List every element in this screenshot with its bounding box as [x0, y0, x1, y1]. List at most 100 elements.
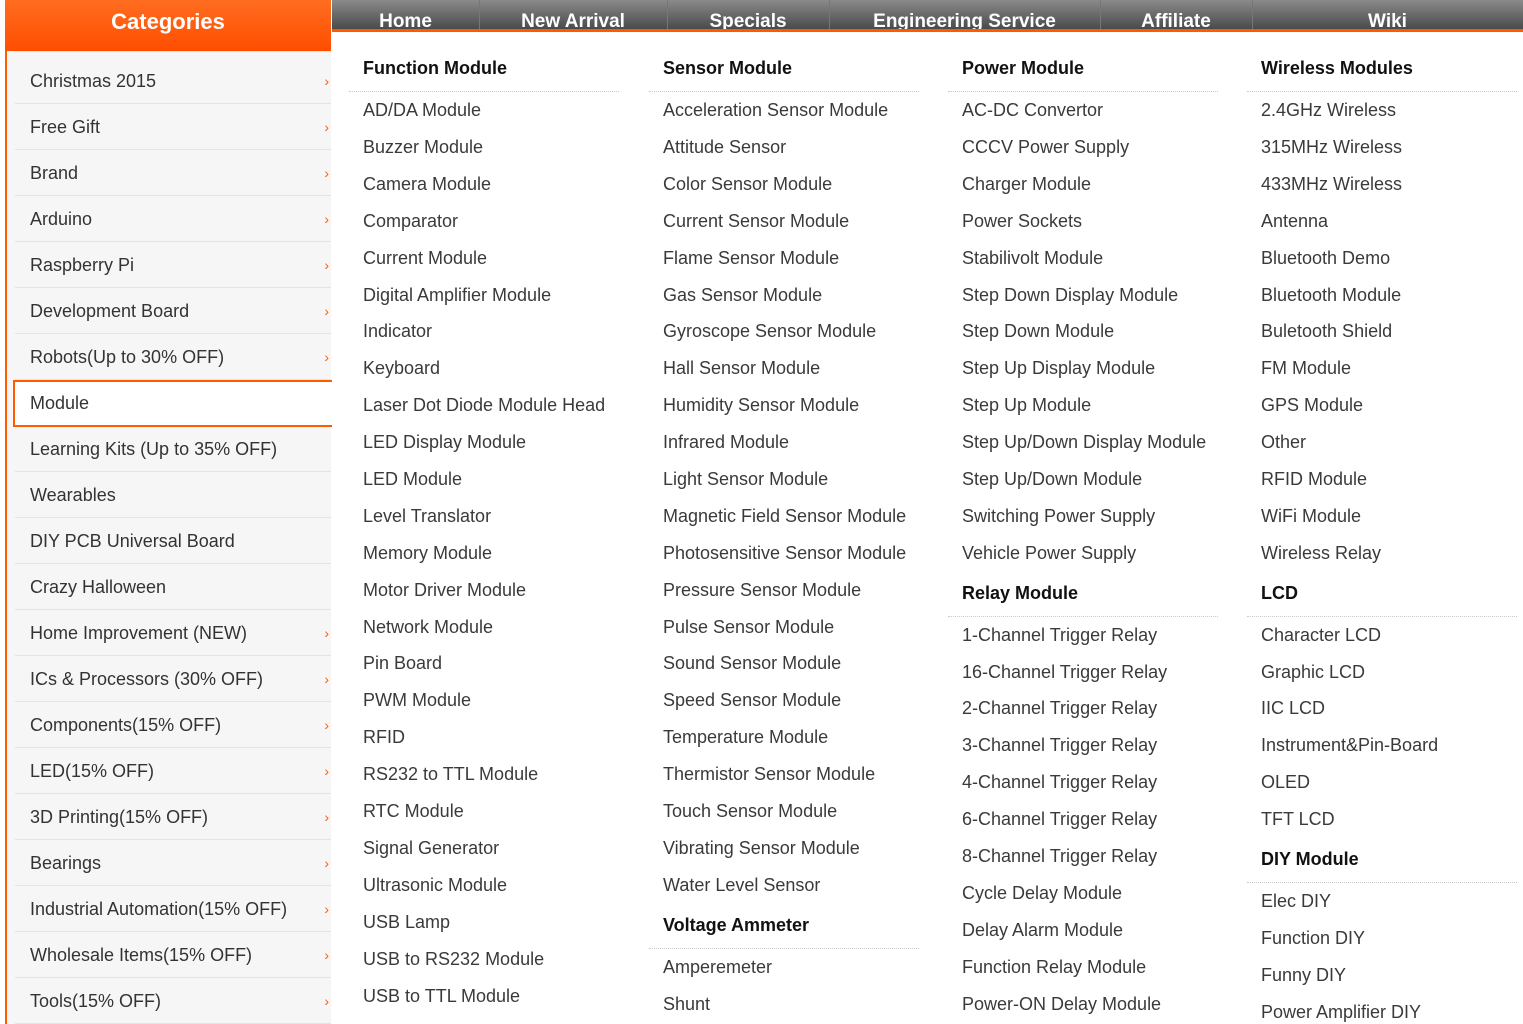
menu-link[interactable]: Magnetic Field Sensor Module: [663, 504, 906, 528]
menu-link[interactable]: 1-Channel Trigger Relay: [962, 623, 1157, 647]
menu-link[interactable]: Touch Sensor Module: [663, 799, 837, 823]
menu-link[interactable]: Funny DIY: [1261, 963, 1346, 987]
menu-link[interactable]: Instrument&Pin-Board: [1261, 733, 1438, 757]
nav-tab-affiliate[interactable]: Affiliate: [1100, 0, 1253, 29]
menu-link[interactable]: Pulse Sensor Module: [663, 615, 834, 639]
menu-link[interactable]: Step Down Display Module: [962, 283, 1178, 307]
sidebar-item-wearables[interactable]: Wearables: [15, 473, 331, 518]
sidebar-item-development-board[interactable]: Development Board ›: [15, 289, 331, 334]
menu-link[interactable]: Motor Driver Module: [363, 578, 526, 602]
sidebar-item-diy-pcb-universal-board[interactable]: DIY PCB Universal Board: [15, 519, 331, 564]
menu-link[interactable]: Network Module: [363, 615, 493, 639]
menu-link[interactable]: Water Level Sensor: [663, 873, 820, 897]
menu-link[interactable]: Bluetooth Demo: [1261, 246, 1390, 270]
menu-link[interactable]: Humidity Sensor Module: [663, 393, 859, 417]
nav-tab-wiki[interactable]: Wiki: [1252, 0, 1523, 29]
menu-link[interactable]: IIC LCD: [1261, 696, 1325, 720]
menu-link[interactable]: Other: [1261, 430, 1306, 454]
menu-link[interactable]: LED Module: [363, 467, 462, 491]
menu-heading-wireless-modules[interactable]: Wireless Modules: [1261, 56, 1413, 80]
menu-link[interactable]: RFID Module: [1261, 467, 1367, 491]
menu-heading-diy-module[interactable]: DIY Module: [1261, 847, 1359, 871]
menu-link[interactable]: Sound Sensor Module: [663, 651, 841, 675]
menu-link[interactable]: AC-DC Convertor: [962, 98, 1103, 122]
sidebar-item-learning-kits-up-to-35-off[interactable]: Learning Kits (Up to 35% OFF): [15, 427, 331, 472]
nav-tab-engineering-service[interactable]: Engineering Service: [829, 0, 1101, 29]
menu-link[interactable]: AD/DA Module: [363, 98, 481, 122]
menu-link[interactable]: GPS Module: [1261, 393, 1363, 417]
menu-link[interactable]: Temperature Module: [663, 725, 828, 749]
nav-tab-home[interactable]: Home: [332, 0, 480, 29]
menu-link[interactable]: LED Display Module: [363, 430, 526, 454]
menu-link[interactable]: Camera Module: [363, 172, 491, 196]
menu-link[interactable]: Memory Module: [363, 541, 492, 565]
menu-link[interactable]: Graphic LCD: [1261, 660, 1365, 684]
menu-link[interactable]: Keyboard: [363, 356, 440, 380]
menu-link[interactable]: Pin Board: [363, 651, 442, 675]
menu-link[interactable]: 315MHz Wireless: [1261, 135, 1402, 159]
menu-link[interactable]: Step Up Display Module: [962, 356, 1155, 380]
menu-heading-function-module[interactable]: Function Module: [363, 56, 507, 80]
menu-link[interactable]: Step Up/Down Module: [962, 467, 1142, 491]
nav-tab-new-arrival[interactable]: New Arrival: [479, 0, 668, 29]
menu-link[interactable]: Flame Sensor Module: [663, 246, 839, 270]
sidebar-item-crazy-halloween[interactable]: Crazy Halloween: [15, 565, 331, 610]
sidebar-item-industrial-automation-15-off[interactable]: Industrial Automation(15% OFF) ›: [15, 887, 331, 932]
sidebar-item-free-gift[interactable]: Free Gift ›: [15, 105, 331, 150]
menu-link[interactable]: Thermistor Sensor Module: [663, 762, 875, 786]
menu-link[interactable]: FM Module: [1261, 356, 1351, 380]
menu-link[interactable]: Character LCD: [1261, 623, 1381, 647]
menu-heading-voltage-ammeter[interactable]: Voltage Ammeter: [663, 913, 809, 937]
sidebar-item-ics-processors-30-off[interactable]: ICs & Processors (30% OFF) ›: [15, 657, 331, 702]
sidebar-item-3d-printing-15-off[interactable]: 3D Printing(15% OFF) ›: [15, 795, 331, 840]
sidebar-item-bearings[interactable]: Bearings ›: [15, 841, 331, 886]
menu-link[interactable]: RS232 to TTL Module: [363, 762, 538, 786]
menu-link[interactable]: RTC Module: [363, 799, 464, 823]
menu-link[interactable]: Amperemeter: [663, 955, 772, 979]
menu-link[interactable]: Signal Generator: [363, 836, 499, 860]
sidebar-item-led-15-off[interactable]: LED(15% OFF) ›: [15, 749, 331, 794]
menu-link[interactable]: Infrared Module: [663, 430, 789, 454]
nav-tab-specials[interactable]: Specials: [667, 0, 830, 29]
menu-link[interactable]: Current Module: [363, 246, 487, 270]
menu-link[interactable]: OLED: [1261, 770, 1310, 794]
menu-heading-lcd[interactable]: LCD: [1261, 581, 1298, 605]
menu-link[interactable]: Photosensitive Sensor Module: [663, 541, 906, 565]
menu-link[interactable]: Level Translator: [363, 504, 491, 528]
menu-link[interactable]: 2.4GHz Wireless: [1261, 98, 1396, 122]
menu-link[interactable]: Comparator: [363, 209, 458, 233]
menu-link[interactable]: WiFi Module: [1261, 504, 1361, 528]
menu-link[interactable]: USB to TTL Module: [363, 984, 520, 1008]
menu-link[interactable]: Digital Amplifier Module: [363, 283, 551, 307]
sidebar-item-module[interactable]: Module: [13, 380, 333, 427]
menu-link[interactable]: Gas Sensor Module: [663, 283, 822, 307]
menu-link[interactable]: RFID: [363, 725, 405, 749]
menu-link[interactable]: Elec DIY: [1261, 889, 1331, 913]
menu-link[interactable]: 4-Channel Trigger Relay: [962, 770, 1157, 794]
menu-link[interactable]: USB Lamp: [363, 910, 450, 934]
sidebar-item-wholesale-items-15-off[interactable]: Wholesale Items(15% OFF) ›: [15, 933, 331, 978]
menu-link[interactable]: Bluetooth Module: [1261, 283, 1401, 307]
sidebar-item-christmas-2015[interactable]: Christmas 2015 ›: [15, 59, 331, 104]
sidebar-item-robots-up-to-30-off[interactable]: Robots(Up to 30% OFF) ›: [15, 335, 331, 380]
menu-link[interactable]: Vehicle Power Supply: [962, 541, 1136, 565]
menu-link[interactable]: Shunt: [663, 992, 710, 1016]
menu-link[interactable]: Cycle Delay Module: [962, 881, 1122, 905]
menu-link[interactable]: Step Down Module: [962, 319, 1114, 343]
menu-link[interactable]: Pressure Sensor Module: [663, 578, 861, 602]
menu-link[interactable]: 3-Channel Trigger Relay: [962, 733, 1157, 757]
sidebar-item-raspberry-pi[interactable]: Raspberry Pi ›: [15, 243, 331, 288]
menu-link[interactable]: Delay Alarm Module: [962, 918, 1123, 942]
menu-link[interactable]: Switching Power Supply: [962, 504, 1155, 528]
menu-link[interactable]: Ultrasonic Module: [363, 873, 507, 897]
menu-link[interactable]: Power-ON Delay Module: [962, 992, 1161, 1016]
menu-link[interactable]: Step Up Module: [962, 393, 1091, 417]
menu-link[interactable]: 16-Channel Trigger Relay: [962, 660, 1167, 684]
menu-link[interactable]: Hall Sensor Module: [663, 356, 820, 380]
menu-link[interactable]: Power Amplifier DIY: [1261, 1000, 1421, 1024]
menu-link[interactable]: USB to RS232 Module: [363, 947, 544, 971]
menu-link[interactable]: Function Relay Module: [962, 955, 1146, 979]
menu-link[interactable]: Buzzer Module: [363, 135, 483, 159]
menu-link[interactable]: Wireless Relay: [1261, 541, 1381, 565]
menu-link[interactable]: 6-Channel Trigger Relay: [962, 807, 1157, 831]
